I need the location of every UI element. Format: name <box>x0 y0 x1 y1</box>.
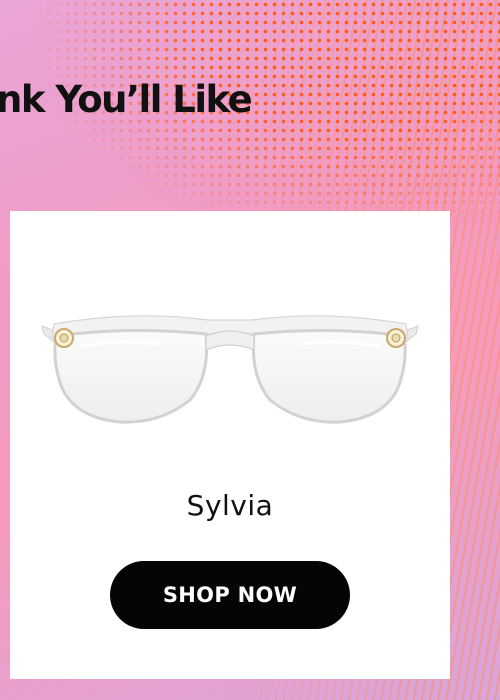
eyeglasses-product-image[interactable] <box>40 296 420 436</box>
section-headline: nk You’ll Like <box>0 78 253 121</box>
hinge-ornament-left <box>54 328 74 348</box>
hinge-ornament-right <box>386 328 406 348</box>
shop-now-button[interactable]: SHOP NOW <box>110 561 350 629</box>
product-card[interactable]: Sylvia SHOP NOW <box>10 211 450 679</box>
product-name: Sylvia <box>186 489 274 522</box>
